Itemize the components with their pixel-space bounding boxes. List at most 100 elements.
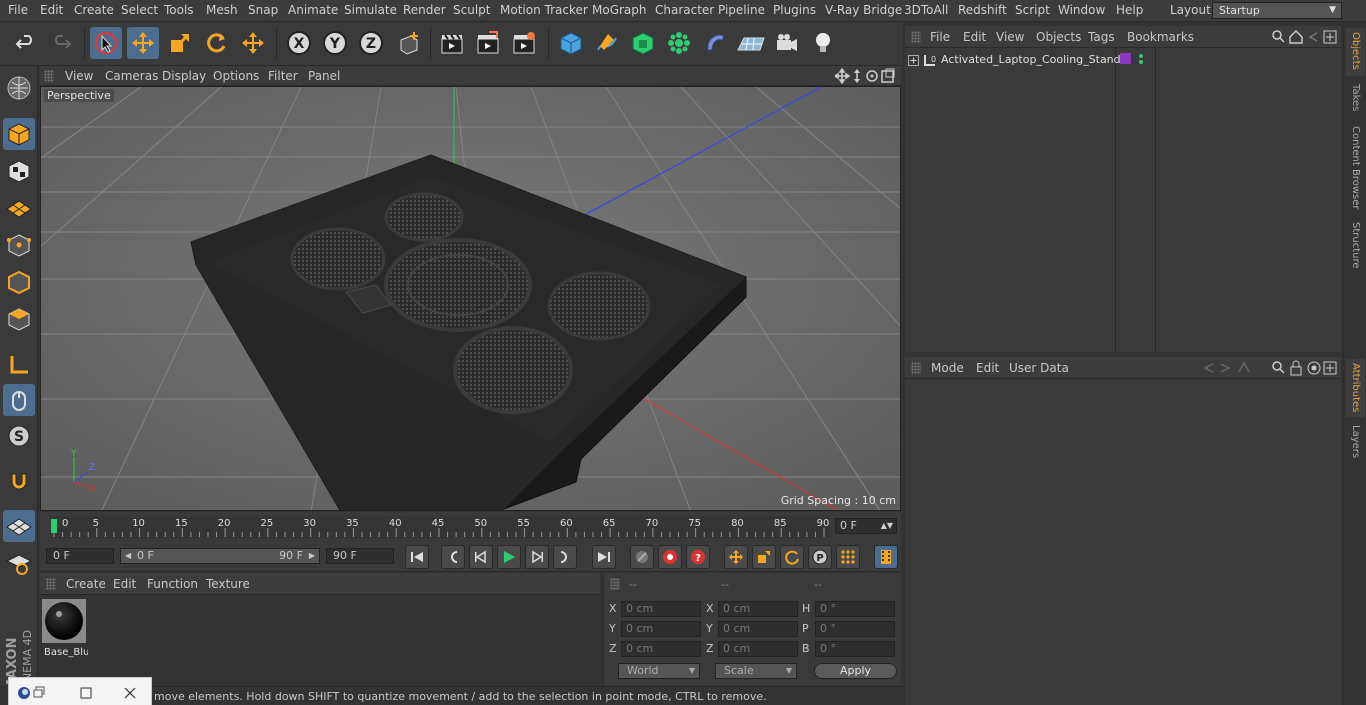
coordinate-space-dropdown[interactable]: World ▼ (618, 663, 700, 679)
material-menu-function[interactable]: Function (147, 577, 198, 591)
menu-edit[interactable]: Edit (40, 3, 63, 17)
menu-sculpt[interactable]: Sculpt (453, 3, 490, 17)
size-x-field[interactable]: 0 cm (718, 601, 798, 617)
attributes-menu-user-data[interactable]: User Data (1009, 361, 1069, 375)
menu-window[interactable]: Window (1058, 3, 1105, 17)
menu-help[interactable]: Help (1116, 3, 1143, 17)
light-button[interactable] (807, 27, 839, 59)
tab-attributes[interactable]: Attributes (1346, 359, 1365, 417)
coordinate-system-button[interactable] (393, 27, 425, 59)
workplane-mode-button[interactable] (3, 192, 35, 224)
tab-objects[interactable]: Objects (1346, 28, 1365, 76)
menu-tools[interactable]: Tools (164, 3, 194, 17)
position-y-field[interactable]: 0 cm (621, 621, 701, 637)
model-mode-button[interactable] (3, 118, 35, 150)
menu-character[interactable]: Character (655, 3, 714, 17)
floor-button[interactable] (735, 27, 767, 59)
size-y-field[interactable]: 0 cm (718, 621, 798, 637)
menu-snap[interactable]: Snap (248, 3, 278, 17)
render-picture-viewer-button[interactable] (472, 27, 504, 59)
attributes-menu-edit[interactable]: Edit (976, 361, 999, 375)
tab-takes[interactable]: Takes (1346, 80, 1365, 120)
panel-grip-icon[interactable] (911, 31, 921, 43)
scale-button[interactable] (164, 27, 196, 59)
menu-redshift[interactable]: Redshift (958, 3, 1007, 17)
play-button[interactable] (497, 545, 521, 569)
y-axis-button[interactable]: Y (319, 27, 351, 59)
menu-animate[interactable]: Animate (288, 3, 338, 17)
start-frame-field[interactable]: 0 F (46, 548, 114, 564)
objects-menu-tags[interactable]: Tags (1088, 30, 1115, 44)
cube-primitive-button[interactable] (555, 27, 587, 59)
material-menu-texture[interactable]: Texture (206, 577, 250, 591)
snap-button[interactable] (3, 465, 35, 497)
viewport-menu-cameras[interactable]: Cameras (105, 69, 158, 83)
z-axis-button[interactable]: Z (355, 27, 387, 59)
object-row[interactable]: 0 Activated_Laptop_Cooling_Stand (905, 52, 1121, 69)
layout-select[interactable]: Startup ▼ (1212, 2, 1342, 19)
key-scale-button[interactable] (752, 545, 776, 569)
playhead-marker[interactable] (51, 519, 57, 533)
subdivision-surface-button[interactable] (627, 27, 659, 59)
objects-menu-edit[interactable]: Edit (963, 30, 986, 44)
frame-range-slider[interactable]: ◀ 0 F 90 F ▶ (120, 548, 320, 564)
tab-layers[interactable]: Layers (1346, 421, 1365, 461)
planar-workplane-button[interactable] (3, 548, 35, 580)
objects-menu-view[interactable]: View (996, 30, 1024, 44)
previous-key-button[interactable] (441, 545, 465, 569)
panel-grip-icon[interactable] (46, 578, 56, 590)
tab-content-browser[interactable]: Content Browser (1346, 122, 1365, 214)
end-frame-field[interactable]: 90 F (326, 548, 394, 564)
timeline-window-button[interactable] (874, 545, 898, 569)
render-settings-button[interactable] (508, 27, 540, 59)
go-to-end-button[interactable] (592, 545, 616, 569)
previous-frame-button[interactable] (469, 545, 493, 569)
minimized-window-bar[interactable] (8, 677, 152, 705)
solo-mode-button[interactable]: S (3, 420, 35, 452)
polygons-mode-button[interactable] (3, 303, 35, 335)
x-axis-button[interactable]: X (283, 27, 315, 59)
tab-structure[interactable]: Structure (1346, 218, 1365, 276)
key-point-level-button[interactable] (836, 545, 860, 569)
go-to-start-button[interactable] (405, 545, 429, 569)
viewport-perspective[interactable]: Y Z X Perspective Grid Spacing : 10 cm (40, 86, 901, 511)
viewport-menu-options[interactable]: Options (213, 69, 259, 83)
menu-pipeline[interactable]: Pipeline (718, 3, 765, 17)
autokeying-button[interactable]: ? (686, 545, 710, 569)
size-z-field[interactable]: 0 cm (718, 641, 798, 657)
menu-create[interactable]: Create (74, 3, 114, 17)
menu-simulate[interactable]: Simulate (344, 3, 397, 17)
menu-3dtoall[interactable]: 3DToAll (904, 3, 948, 17)
menu-file[interactable]: File (8, 3, 28, 17)
rotate-button[interactable] (200, 27, 232, 59)
expand-plus-icon[interactable] (908, 55, 919, 66)
material-menu-create[interactable]: Create (66, 577, 106, 591)
panel-grip-icon[interactable] (911, 362, 921, 374)
panel-grip-icon[interactable] (610, 578, 620, 590)
panel-grip-icon[interactable] (44, 70, 54, 82)
axis-mode-button[interactable] (3, 349, 35, 381)
edges-mode-button[interactable] (3, 266, 35, 298)
tweak-mode-button[interactable] (3, 384, 35, 416)
camera-button[interactable] (771, 27, 803, 59)
position-z-field[interactable]: 0 cm (621, 641, 701, 657)
viewport-menu-view[interactable]: View (65, 69, 93, 83)
menu-select[interactable]: Select (121, 3, 158, 17)
close-icon[interactable] (123, 686, 137, 700)
texture-mode-button[interactable] (3, 155, 35, 187)
cloner-button[interactable] (663, 27, 695, 59)
key-rotation-button[interactable] (780, 545, 804, 569)
current-frame-field[interactable]: 0 F ▲▼ (835, 518, 897, 534)
menu-mograph[interactable]: MoGraph (592, 3, 647, 17)
menu-motion-tracker[interactable]: Motion Tracker (500, 3, 588, 17)
menu-render[interactable]: Render (403, 3, 446, 17)
recent-tool-button[interactable] (237, 27, 269, 59)
key-parameter-button[interactable]: P (808, 545, 832, 569)
objects-menu-file[interactable]: File (930, 30, 950, 44)
render-view-button[interactable] (436, 27, 468, 59)
redo-button[interactable] (45, 27, 77, 59)
next-frame-button[interactable] (525, 545, 549, 569)
objects-menu-objects[interactable]: Objects (1036, 30, 1081, 44)
timeline-ruler[interactable]: 0 5 10 15 20 25 30 35 40 45 50 55 60 65 70 75 80 85 90 (50, 516, 830, 538)
objects-menu-bookmarks[interactable]: Bookmarks (1127, 30, 1194, 44)
